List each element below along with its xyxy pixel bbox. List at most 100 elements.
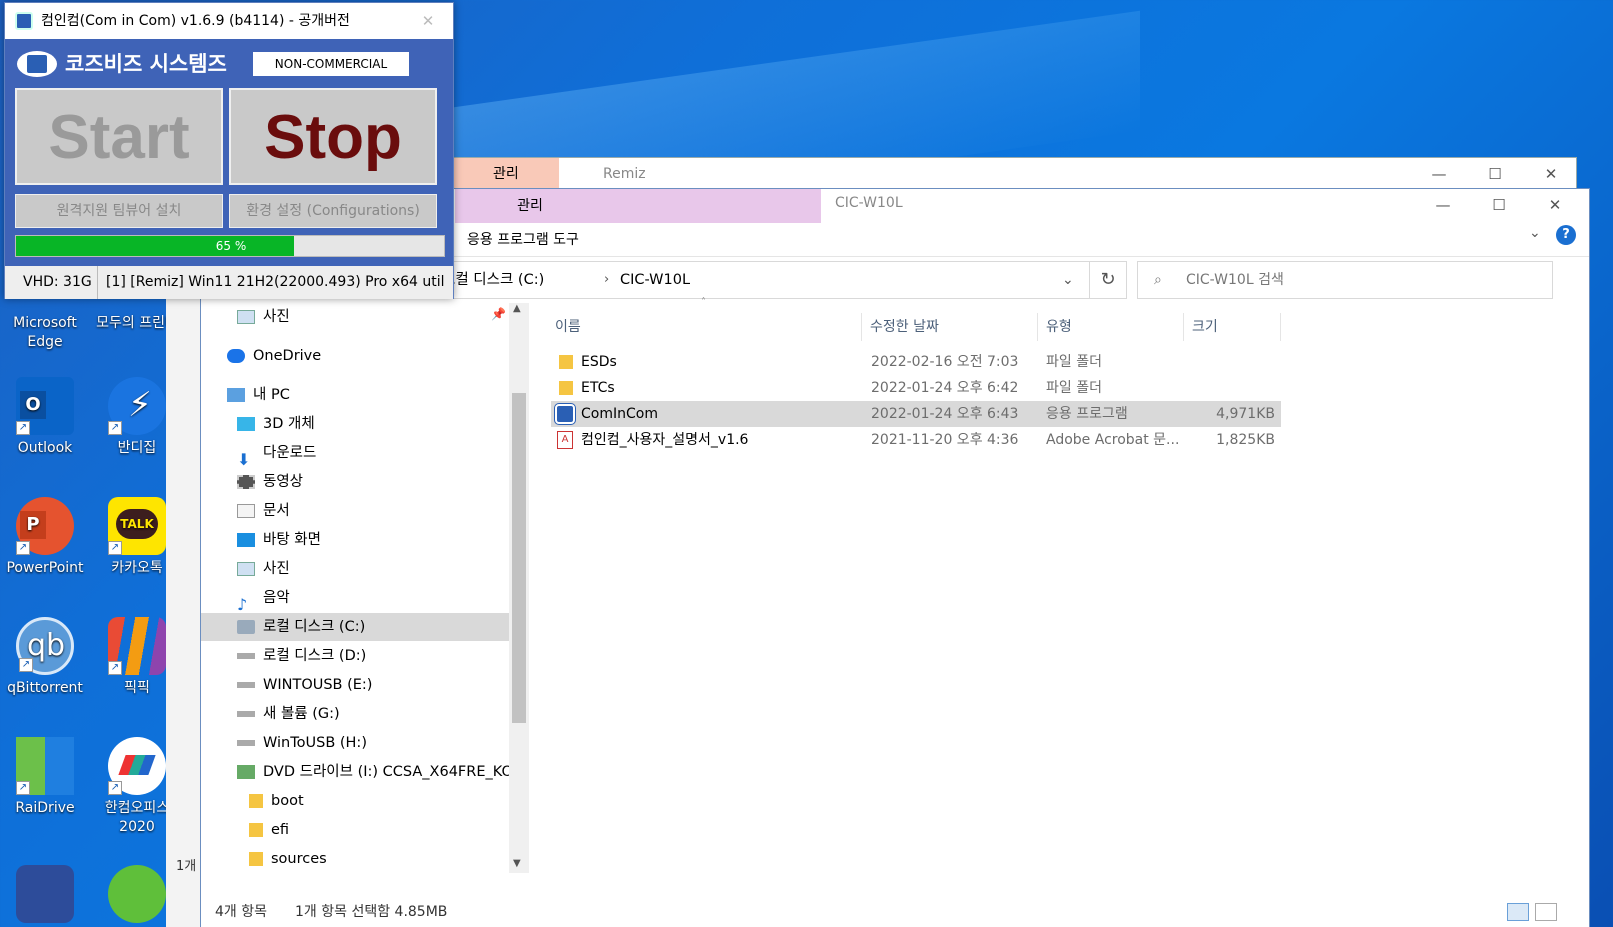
column-header-date[interactable]: 수정한 날짜 (861, 313, 1031, 341)
file-size: 4,971KB (1216, 406, 1275, 422)
nav-item-pictures-quick[interactable]: 사진 (237, 303, 290, 331)
stop-button[interactable]: Stop (229, 88, 437, 185)
back-status-text: 1개 (176, 859, 197, 874)
pictures-icon (237, 562, 255, 576)
nav-item-efi[interactable]: efi (249, 816, 289, 844)
file-date: 2022-01-24 오후 6:42 (871, 380, 1019, 396)
status-bar: 4개 항목 1개 항목 선택함 4.85MB (201, 895, 1589, 927)
icon-label: qBittorrent (7, 680, 83, 696)
progress-bar: 65 % (15, 235, 445, 257)
nav-item-drive-e[interactable]: WINTOUSB (E:) (237, 671, 372, 699)
app-title: 컴인컴(Com in Com) v1.6.9 (b4114) - 공개버전 (41, 13, 350, 29)
start-button[interactable]: Start (15, 88, 223, 185)
nav-item-documents[interactable]: 문서 (237, 497, 290, 525)
kakaotalk-icon: TALK ↗ (108, 497, 166, 555)
close-icon[interactable]: ✕ (413, 3, 443, 39)
nav-item-music[interactable]: ♪ 음악 (237, 584, 290, 614)
minimize-icon[interactable]: — (1415, 189, 1471, 221)
drive-icon (237, 682, 255, 688)
ribbon-tab-app-tools[interactable]: 응용 프로그램 도구 (467, 225, 579, 255)
desktop-icon-extra-1[interactable] (2, 865, 88, 927)
breadcrumb-folder[interactable]: CIC-W10L (620, 262, 690, 298)
film-icon (237, 475, 255, 489)
back-window-edge: 1개 (166, 200, 202, 927)
refresh-icon[interactable]: ↻ (1089, 261, 1127, 299)
nav-item-downloads[interactable]: ⬇ 다운로드 (237, 439, 316, 469)
details-view-icon[interactable] (1507, 903, 1529, 921)
remote-support-button[interactable]: 원격지원 팀뷰어 설치 (15, 194, 223, 228)
file-row-selected[interactable]: ComInCom 2022-01-24 오후 6:43 응용 프로그램 4,97… (551, 401, 1281, 427)
nav-item-this-pc[interactable]: 내 PC (227, 381, 290, 409)
nav-item-desktop[interactable]: 바탕 화면 (237, 526, 321, 554)
folder-icon (249, 852, 263, 866)
desktop-icon-edge[interactable]: Microsoft Edge (2, 300, 88, 352)
music-note-icon: ♪ (237, 595, 248, 614)
close-icon[interactable]: ✕ (1527, 189, 1583, 221)
help-icon[interactable]: ? (1556, 225, 1576, 245)
scroll-down-icon[interactable]: ▼ (513, 858, 521, 869)
desktop-icon-powerpoint[interactable]: P ↗ PowerPoint (2, 497, 88, 578)
scroll-up-icon[interactable]: ▲ (513, 303, 521, 314)
ribbon-tab-manage[interactable]: 관리 (455, 189, 605, 223)
file-name: ComInCom (581, 406, 658, 422)
search-input[interactable]: CIC-W10L 검색 (1186, 262, 1284, 298)
navigation-pane: 사진 📌 OneDrive 내 PC 3D 개체 ⬇ 다운로드 동영상 문서 바탕… (201, 303, 531, 923)
desktop-icon-outlook[interactable]: O ↗ Outlook (2, 377, 88, 458)
picpick-icon: ↗ (108, 617, 166, 675)
icon-label: PowerPoint (6, 560, 84, 576)
vhd-info: [1] [Remiz] Win11 21H2(22000.493) Pro x6… (106, 274, 445, 290)
search-box[interactable]: ⌕ CIC-W10L 검색 (1137, 261, 1553, 299)
breadcrumb-drive[interactable]: 로컬 디스크 (C:) (442, 262, 544, 298)
cloud-icon (227, 349, 245, 363)
file-row[interactable]: A 컴인컴_사용자_설명서_v1.6 2021-11-20 오후 4:36 Ad… (551, 427, 1281, 453)
windows-drive-icon (237, 620, 255, 634)
folder-icon (559, 381, 573, 395)
nav-item-drive-h[interactable]: WinToUSB (H:) (237, 729, 367, 757)
close-icon[interactable]: ✕ (1523, 158, 1579, 190)
file-name: ESDs (581, 354, 617, 370)
file-row[interactable]: ESDs 2022-02-16 오전 7:03 파일 폴더 (551, 349, 1281, 375)
large-icons-view-icon[interactable] (1535, 903, 1557, 921)
file-list: ˄ 이름 수정한 날짜 유형 크기 ESDs 2022-02-16 오전 7:0… (551, 297, 1581, 903)
nav-item-drive-g[interactable]: 새 볼륨 (G:) (237, 700, 340, 728)
nav-item-dvd-i[interactable]: DVD 드라이브 (I:) CCSA_X64FRE_KO-K (237, 758, 509, 786)
nav-item-drive-c[interactable]: 로컬 디스크 (C:) (201, 613, 511, 641)
drive-icon (237, 711, 255, 717)
address-bar[interactable]: 로컬 디스크 (C:) › CIC-W10L ⌄ (442, 261, 1091, 299)
back-ribbon-tab[interactable]: 관리 (453, 158, 559, 190)
brand-logo-icon (17, 51, 57, 77)
address-dropdown-icon[interactable]: ⌄ (1062, 262, 1074, 298)
file-row[interactable]: ETCs 2022-01-24 오후 6:42 파일 폴더 (551, 375, 1281, 401)
scroll-thumb[interactable] (512, 393, 526, 723)
nav-item-3d[interactable]: 3D 개체 (237, 410, 315, 438)
file-name: 컴인컴_사용자_설명서_v1.6 (581, 432, 749, 448)
pin-icon[interactable]: 📌 (491, 307, 506, 321)
window-title: CIC-W10L (835, 195, 903, 211)
document-icon (237, 504, 255, 518)
column-header-type[interactable]: 유형 (1037, 313, 1177, 341)
nav-item-sources[interactable]: sources (249, 845, 327, 873)
configuration-button[interactable]: 환경 설정 (Configurations) (229, 194, 437, 228)
column-header-size[interactable]: 크기 (1183, 313, 1281, 341)
raidrive-icon: ↗ (16, 737, 74, 795)
ribbon-expand-icon[interactable]: ⌄ (1529, 225, 1541, 241)
nav-item-boot[interactable]: boot (249, 787, 304, 815)
maximize-icon[interactable]: ☐ (1471, 189, 1527, 221)
nav-item-onedrive[interactable]: OneDrive (227, 342, 321, 370)
file-date: 2022-02-16 오전 7:03 (871, 354, 1019, 370)
minimize-icon[interactable]: — (1411, 158, 1467, 190)
file-name: ETCs (581, 380, 615, 396)
comincom-window[interactable]: 컴인컴(Com in Com) v1.6.9 (b4114) - 공개버전 ✕ … (4, 2, 454, 299)
nav-item-drive-d[interactable]: 로컬 디스크 (D:) (237, 642, 366, 670)
nav-item-pictures[interactable]: 사진 (237, 555, 290, 583)
nav-scrollbar[interactable]: ▲ ▼ (509, 303, 529, 873)
printer-app-icon (108, 300, 166, 310)
file-type: Adobe Acrobat 문... (1046, 432, 1180, 448)
folder-icon (249, 823, 263, 837)
desktop-icon-raidrive[interactable]: ↗ RaiDrive (2, 737, 88, 818)
icon-label: Outlook (17, 440, 73, 456)
column-header-name[interactable]: 이름 (555, 313, 855, 341)
maximize-icon[interactable]: ☐ (1467, 158, 1523, 190)
nav-item-videos[interactable]: 동영상 (237, 468, 303, 496)
desktop-icon-qbittorrent[interactable]: qb ↗ qBittorrent (2, 617, 88, 698)
